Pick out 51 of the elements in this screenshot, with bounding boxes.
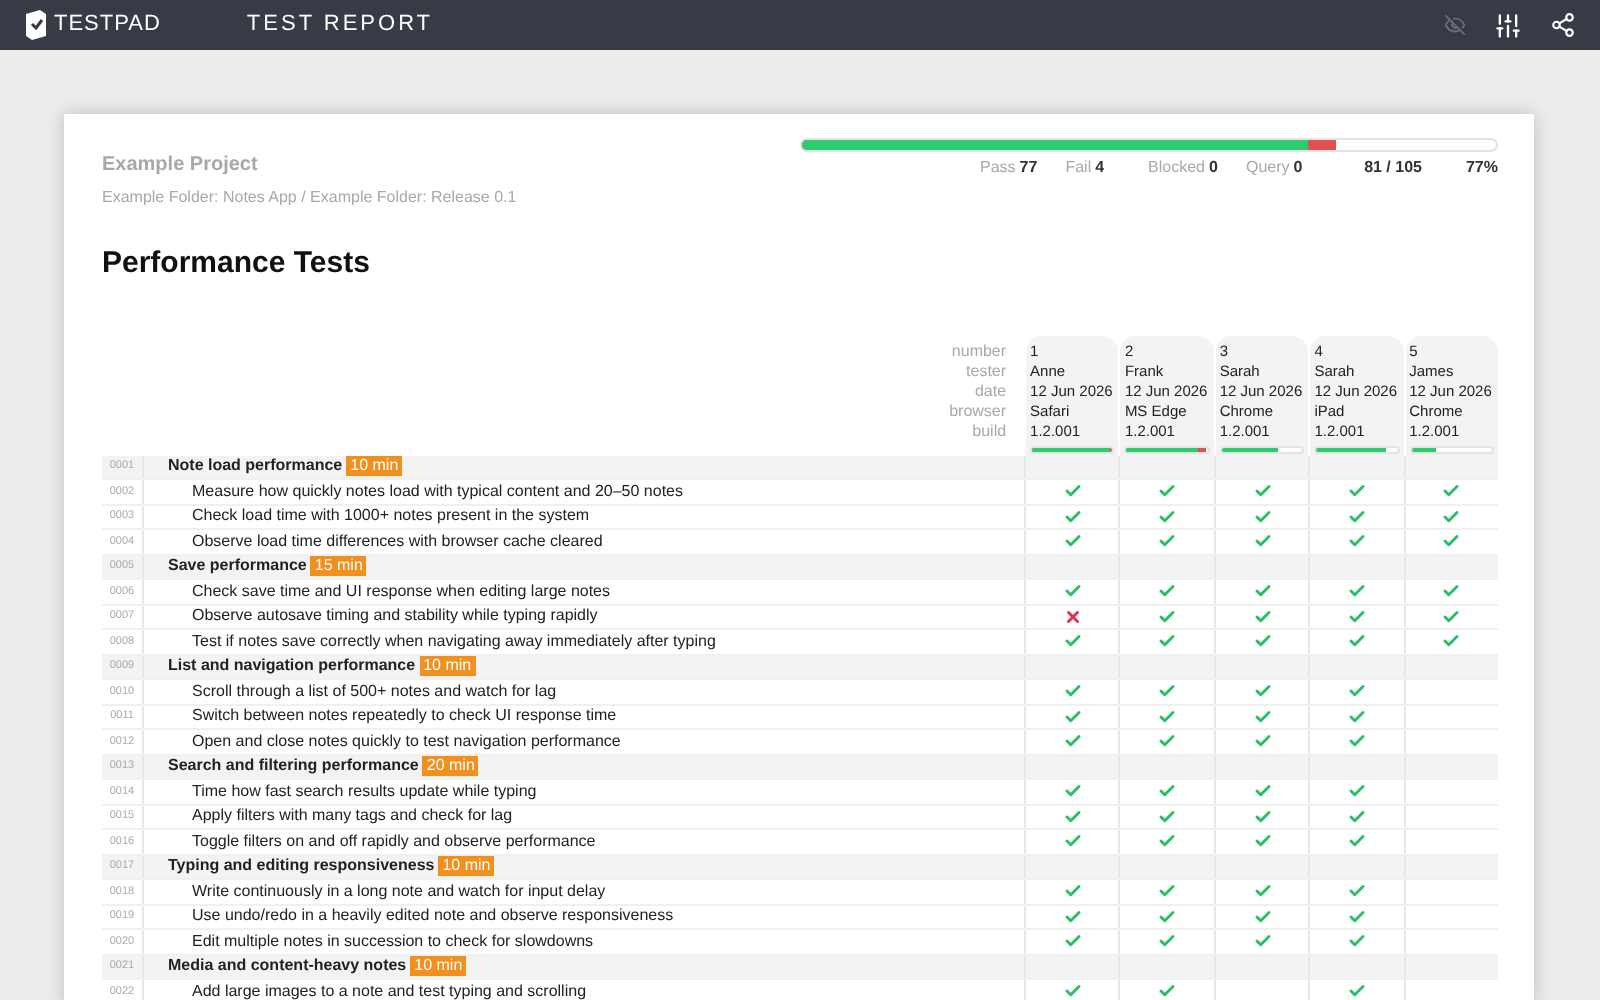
- count-value: 0: [1209, 156, 1218, 180]
- share-icon[interactable]: [1550, 12, 1576, 38]
- logo-icon: [24, 10, 48, 40]
- test-step: Test if notes save correctly when navigating away immediately after typing: [192, 629, 716, 654]
- test-step: Check load time with 1000+ notes present in the system: [192, 504, 590, 529]
- count-value: 0: [1293, 156, 1303, 180]
- percent-complete: 77%: [1465, 156, 1498, 180]
- field-label: browser: [949, 401, 1007, 421]
- section-title: Note load performance: [168, 454, 343, 479]
- test-step: Observe autosave timing and stability while typing rapidly: [192, 604, 598, 629]
- count-value: 4: [1095, 156, 1105, 180]
- count-label: Blocked: [1148, 156, 1206, 180]
- section-heading: Performance Tests: [102, 244, 372, 284]
- test-step: Add large images to a note and test typing and scrolling: [192, 979, 587, 1000]
- test-step: Time how fast search results update while typing: [192, 779, 537, 804]
- app-logo: TESTPAD: [54, 10, 161, 41]
- time-badge: 10 min: [410, 956, 467, 977]
- field-label: tester: [966, 361, 1007, 381]
- time-badge: 10 min: [438, 856, 495, 877]
- test-step: Apply filters with many tags and check for lag: [192, 804, 513, 829]
- section-title: Save performance: [168, 554, 307, 579]
- test-step: Scroll through a list of 500+ notes and watch for lag: [192, 679, 557, 704]
- section-title: Media and content-heavy notes: [168, 954, 407, 979]
- time-badge: 10 min: [419, 656, 476, 677]
- time-badge: 20 min: [422, 756, 479, 777]
- test-step: Open and close notes quickly to test navigation performance: [192, 729, 621, 754]
- test-step: Use undo/redo in a heavily edited note and observe responsiveness: [192, 904, 674, 929]
- section-title: List and navigation performance: [168, 654, 416, 679]
- test-step: Measure how quickly notes load with typical content and 20–50 notes: [192, 479, 683, 504]
- project-name: Example Project: [102, 152, 260, 180]
- total-count: 81 / 105: [1364, 156, 1422, 180]
- folder-path: Example Folder: Notes App / Example Folder: Release 0.1: [102, 186, 517, 210]
- section-title: Search and filtering performance: [168, 754, 419, 779]
- test-step: Check save time and UI response when editing large notes: [192, 579, 611, 604]
- test-step: Edit multiple notes in succession to check for slowdowns: [192, 929, 594, 954]
- count-label: Fail: [1065, 156, 1092, 180]
- count-label: Pass: [980, 156, 1016, 180]
- test-step: Switch between notes repeatedly to check UI response time: [192, 704, 617, 729]
- test-step: Write continuously in a long note and watch for input delay: [192, 879, 606, 904]
- test-step: Toggle filters on and off rapidly and observe performance: [192, 829, 596, 854]
- field-label: number: [951, 341, 1007, 361]
- time-badge: 15 min: [310, 556, 367, 577]
- test-step: Observe load time differences with browser cache cleared: [192, 529, 603, 554]
- count-value: 77: [1019, 156, 1038, 180]
- field-label: build: [972, 421, 1007, 441]
- page-title: TEST REPORT: [246, 10, 434, 41]
- settings-icon[interactable]: [1494, 11, 1522, 39]
- time-badge: 10 min: [346, 456, 403, 477]
- section-title: Typing and editing responsiveness: [168, 854, 435, 879]
- count-label: Query: [1245, 156, 1290, 180]
- field-label: date: [974, 381, 1007, 401]
